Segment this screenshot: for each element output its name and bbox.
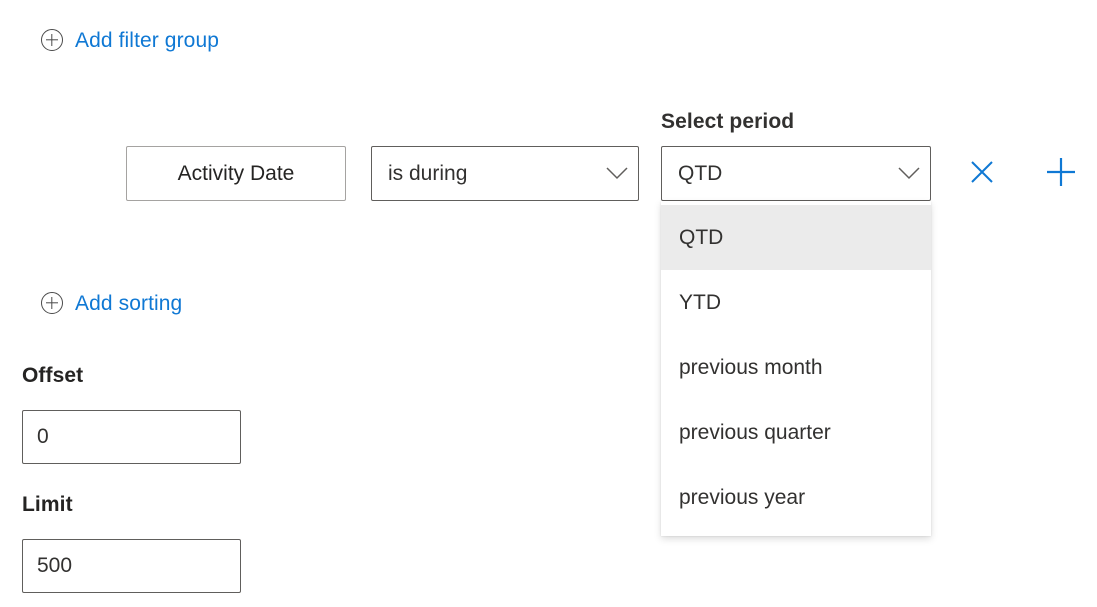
filter-operator-value: is during xyxy=(372,162,596,186)
offset-label: Offset xyxy=(22,364,83,388)
plus-icon xyxy=(1044,155,1078,192)
add-sorting-button[interactable]: Add sorting xyxy=(41,292,182,314)
dropdown-option[interactable]: previous year xyxy=(661,465,931,530)
select-period-dropdown[interactable]: QTD xyxy=(661,146,931,201)
chevron-down-icon xyxy=(596,167,638,181)
dropdown-option[interactable]: previous month xyxy=(661,335,931,400)
circle-plus-icon xyxy=(41,292,63,314)
dropdown-option[interactable]: previous quarter xyxy=(661,400,931,465)
filter-operator-dropdown[interactable]: is during xyxy=(371,146,639,201)
add-filter-group-button[interactable]: Add filter group xyxy=(41,29,219,51)
offset-input[interactable] xyxy=(22,410,241,464)
chevron-down-icon xyxy=(888,167,930,181)
dropdown-option[interactable]: QTD xyxy=(661,205,931,270)
circle-plus-icon xyxy=(41,29,63,51)
close-icon xyxy=(968,158,996,189)
limit-label: Limit xyxy=(22,493,73,517)
add-filter-group-label: Add filter group xyxy=(75,30,219,51)
limit-input[interactable] xyxy=(22,539,241,593)
select-period-value: QTD xyxy=(662,162,888,186)
filter-field-button[interactable]: Activity Date xyxy=(126,146,346,201)
select-period-options-panel: QTD YTD previous month previous quarter … xyxy=(661,201,931,536)
add-sorting-label: Add sorting xyxy=(75,293,182,314)
remove-filter-button[interactable] xyxy=(955,146,1009,201)
add-filter-button[interactable] xyxy=(1034,146,1088,201)
select-period-label: Select period xyxy=(661,110,794,134)
dropdown-option[interactable]: YTD xyxy=(661,270,931,335)
